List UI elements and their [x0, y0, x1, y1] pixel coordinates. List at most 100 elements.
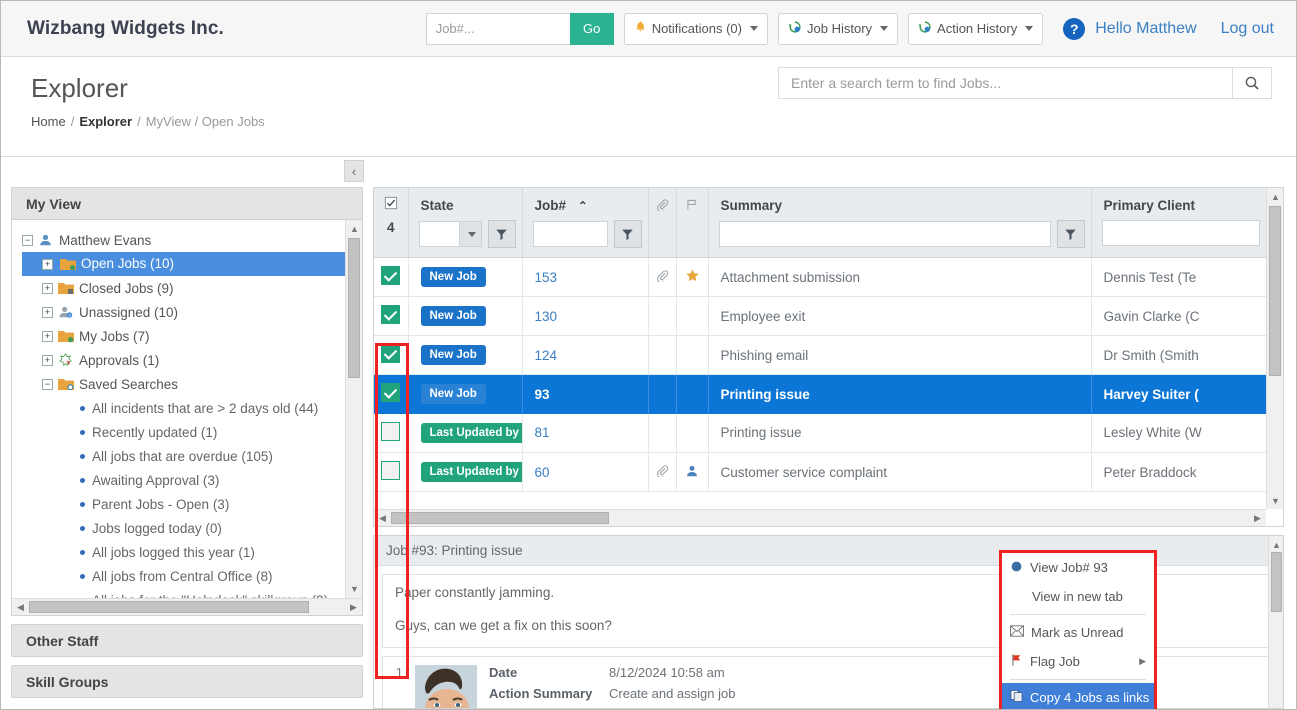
row-select-cell[interactable]: [374, 452, 409, 492]
row-checkbox[interactable]: [381, 344, 401, 363]
tree-expander[interactable]: +: [42, 306, 53, 318]
job-link[interactable]: 81: [535, 425, 550, 440]
row-checkbox[interactable]: [381, 461, 401, 480]
table-row[interactable]: New Job 93 Printing issue Harvey Suiter (: [374, 374, 1267, 414]
job-link[interactable]: 153: [535, 270, 558, 285]
job-link[interactable]: 93: [535, 387, 550, 402]
scroll-up-arrow[interactable]: ▲: [346, 220, 362, 237]
summary-filter-input[interactable]: [718, 221, 1051, 247]
menu-item-view-job-93[interactable]: View Job# 93: [1002, 553, 1154, 582]
col-select[interactable]: 4: [374, 188, 409, 258]
col-client[interactable]: Primary Client: [1091, 188, 1267, 258]
grid-horizontal-scrollbar[interactable]: ◀ ▶: [374, 509, 1266, 526]
sidebar-scroll-thumb[interactable]: [348, 238, 360, 378]
saved-search-item[interactable]: All jobs logged this year (1): [22, 540, 362, 564]
job-filter-input[interactable]: [532, 221, 608, 247]
collapse-sidebar-button[interactable]: ‹: [344, 160, 364, 182]
sidebar-item-open-jobs-10[interactable]: + Open Jobs (10): [22, 252, 362, 276]
col-flag[interactable]: [676, 188, 709, 258]
user-greeting-link[interactable]: Hello Matthew: [1095, 20, 1196, 38]
sidebar-vertical-scrollbar[interactable]: ▲ ▼: [345, 220, 362, 615]
table-row[interactable]: New Job 153 Attachment submission Dennis Te…: [374, 257, 1267, 297]
saved-search-item[interactable]: Jobs logged today (0): [22, 516, 362, 540]
job-number-cell[interactable]: 124: [522, 335, 649, 375]
sidebar-panel-my-view[interactable]: My View: [11, 187, 363, 220]
sidebar-item-saved-searches[interactable]: − Saved Searches: [22, 372, 362, 396]
summary-filter-button[interactable]: [1056, 220, 1085, 248]
sidebar-panel-skill-groups[interactable]: Skill Groups: [11, 665, 363, 698]
scroll-down-arrow[interactable]: ▼: [1267, 492, 1283, 509]
row-select-cell[interactable]: [374, 335, 409, 375]
job-number-cell[interactable]: 153: [522, 257, 649, 297]
scroll-up-arrow[interactable]: ▲: [1267, 188, 1283, 205]
table-row[interactable]: Last Updated by Me 81 Printing issueLesley…: [374, 413, 1267, 453]
tree-expander[interactable]: +: [42, 258, 53, 270]
sidebar-hscroll-thumb[interactable]: [29, 601, 309, 613]
tree-expander[interactable]: −: [42, 378, 53, 390]
row-checkbox[interactable]: [381, 383, 401, 403]
tree-expander[interactable]: +: [42, 330, 53, 342]
job-number-cell[interactable]: 81: [522, 413, 649, 453]
job-number-cell[interactable]: 130: [522, 296, 649, 336]
saved-search-item[interactable]: All jobs from Central Office (8): [22, 564, 362, 588]
saved-search-item[interactable]: Parent Jobs - Open (3): [22, 492, 362, 516]
row-select-cell[interactable]: [374, 296, 409, 336]
scroll-down-arrow[interactable]: ▼: [346, 580, 362, 597]
sidebar-panel-other-staff[interactable]: Other Staff: [11, 624, 363, 657]
scroll-up-arrow[interactable]: ▲: [1269, 536, 1283, 553]
saved-search-item[interactable]: Recently updated (1): [22, 420, 362, 444]
row-checkbox[interactable]: [381, 421, 401, 441]
col-state[interactable]: State: [408, 188, 523, 258]
scroll-right-arrow[interactable]: ▶: [1249, 510, 1266, 526]
scroll-left-arrow[interactable]: ◀: [374, 510, 391, 526]
row-select-cell[interactable]: [374, 374, 409, 414]
logout-link[interactable]: Log out: [1221, 20, 1274, 38]
breadcrumb-home[interactable]: Home: [31, 114, 66, 129]
sort-ascending-icon[interactable]: ⌃: [578, 199, 588, 213]
row-checkbox[interactable]: [381, 266, 401, 285]
row-select-cell[interactable]: [374, 257, 409, 297]
search-button[interactable]: [1232, 67, 1272, 99]
job-number-input[interactable]: [425, 12, 570, 45]
saved-search-item[interactable]: Awaiting Approval (3): [22, 468, 362, 492]
scroll-right-arrow[interactable]: ▶: [345, 599, 362, 615]
menu-item-mark-as-unread[interactable]: Mark as Unread: [1002, 618, 1154, 647]
menu-item-flag-job[interactable]: Flag Job ▶: [1002, 647, 1154, 676]
sidebar-item-unassigned-10[interactable]: +? Unassigned (10): [22, 300, 362, 324]
job-number-cell[interactable]: 60: [522, 452, 649, 492]
notifications-button[interactable]: Notifications (0): [623, 12, 768, 45]
client-filter-input[interactable]: [1101, 220, 1260, 246]
grid-vertical-scrollbar[interactable]: ▲ ▼: [1266, 188, 1283, 509]
job-link[interactable]: 124: [535, 348, 558, 363]
detail-vscroll-thumb[interactable]: [1271, 552, 1282, 612]
table-row[interactable]: Last Updated by Me 60 Customer service com…: [374, 452, 1267, 492]
saved-search-item[interactable]: All incidents that are > 2 days old (44): [22, 396, 362, 420]
state-filter-button[interactable]: [487, 220, 516, 248]
help-icon[interactable]: ?: [1063, 17, 1086, 40]
detail-vertical-scrollbar[interactable]: ▲: [1268, 536, 1283, 708]
col-summary[interactable]: Summary: [708, 188, 1092, 258]
col-attachment[interactable]: [648, 188, 677, 258]
search-input[interactable]: [778, 67, 1232, 99]
job-link[interactable]: 60: [535, 465, 550, 480]
menu-item-view-in-new-tab[interactable]: View in new tab: [1002, 582, 1154, 611]
state-filter-input[interactable]: [418, 221, 460, 247]
saved-search-item[interactable]: All jobs that are overdue (105): [22, 444, 362, 468]
table-row[interactable]: New Job 124 Phishing email Dr Smith (Smith: [374, 335, 1267, 375]
tree-expander[interactable]: −: [22, 234, 33, 246]
select-all-checkbox[interactable]: [374, 188, 408, 220]
sidebar-item-closed-jobs-9[interactable]: + Closed Jobs (9): [22, 276, 362, 300]
go-button[interactable]: Go: [569, 12, 614, 45]
action-history-button[interactable]: Action History: [908, 12, 1044, 45]
table-row[interactable]: New Job 130 Employee exit Gavin Clarke (C: [374, 296, 1267, 336]
grid-hscroll-thumb[interactable]: [391, 512, 609, 524]
sidebar-item-approvals-1[interactable]: + Approvals (1): [22, 348, 362, 372]
job-filter-button[interactable]: [613, 220, 642, 248]
row-checkbox[interactable]: [381, 305, 401, 324]
tree-expander[interactable]: +: [42, 282, 53, 294]
job-number-cell[interactable]: 93: [522, 374, 649, 414]
row-select-cell[interactable]: [374, 413, 409, 453]
job-history-button[interactable]: Job History: [778, 12, 899, 45]
sidebar-horizontal-scrollbar[interactable]: ◀ ▶: [12, 598, 362, 615]
state-filter-dropdown[interactable]: [459, 221, 482, 247]
